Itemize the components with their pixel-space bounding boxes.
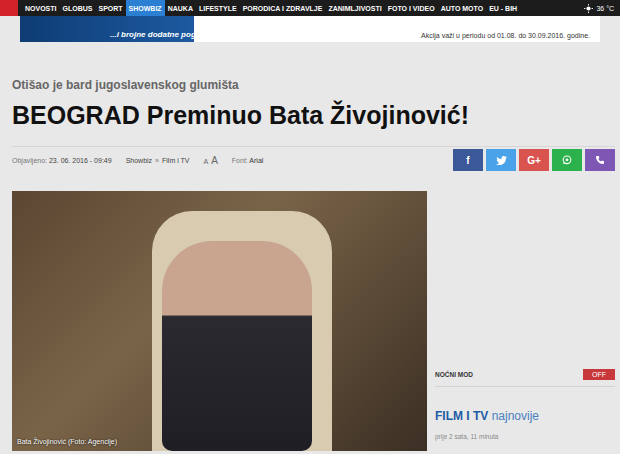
nav-item[interactable]: AUTO MOTO	[438, 0, 487, 16]
photo-caption: Bata Živojinović (Foto: Agencije)	[17, 438, 117, 445]
phone-icon	[595, 155, 605, 165]
top-nav: NOVOSTIGLOBUSSPORTSHOWBIZNAUKALIFESTYLEP…	[0, 0, 620, 16]
share-button[interactable]: G+	[519, 149, 549, 171]
nav-item[interactable]: FOTO I VIDEO	[385, 0, 438, 16]
share-button[interactable]	[585, 149, 615, 171]
nav-item[interactable]: NOVOSTI	[22, 0, 60, 16]
nav-item[interactable]: SHOWBIZ	[126, 0, 165, 16]
share-button[interactable]	[552, 149, 582, 171]
banner-notice: Akcija važi u periodu od 01.08. do 30.09…	[421, 32, 590, 39]
font-size-button[interactable]: A	[204, 158, 209, 165]
breadcrumb: Showbiz»Film i TV	[126, 157, 190, 164]
breadcrumb-link[interactable]: Film i TV	[162, 157, 189, 164]
published-date: Objavljeno: 23. 06. 2016 - 09:49	[12, 157, 112, 164]
nav-item[interactable]: NAUKA	[165, 0, 196, 16]
nav-item[interactable]: EU - BIH	[486, 0, 520, 16]
logo-icon[interactable]	[0, 0, 18, 16]
breadcrumb-link[interactable]: Showbiz	[126, 157, 152, 164]
article-kicker: Otišao je bard jugoslavenskog glumišta	[12, 78, 615, 92]
sun-icon	[584, 4, 593, 13]
share-buttons: f G+	[453, 149, 615, 171]
nav-item[interactable]: PORODICA I ZDRAVLJE	[240, 0, 326, 16]
ad-banner[interactable]: ...i brojne dodatne pog Akcija važi u per…	[20, 16, 600, 42]
sidebar: NOĆNI MODOFF FILM I TV najnovije prije 2 s…	[435, 191, 615, 451]
article-title: BEOGRAD Preminuo Bata Živojinović!	[12, 100, 615, 130]
font-select[interactable]: Font: Arial	[232, 157, 264, 164]
whatsapp-icon	[562, 155, 572, 165]
article-photo: Bata Živojinović (Foto: Agencije)	[12, 191, 427, 451]
nav-item[interactable]: GLOBUS	[60, 0, 96, 16]
share-button[interactable]: f	[453, 149, 483, 171]
twitter-icon	[496, 156, 507, 165]
nav-item[interactable]: LIFESTYLE	[196, 0, 240, 16]
weather: 36 °C	[584, 0, 620, 16]
font-size-button[interactable]: A	[211, 155, 218, 166]
section-title[interactable]: FILM I TV najnovije	[435, 409, 615, 423]
latest-item[interactable]: prije 2 sata, 11 minuta	[435, 433, 615, 440]
night-mode: NOĆNI MODOFF	[435, 369, 615, 387]
banner-slogan: ...i brojne dodatne pog	[110, 30, 196, 39]
nav-item[interactable]: ZANIMLJIVOSTI	[325, 0, 384, 16]
share-button[interactable]	[486, 149, 516, 171]
font-size-controls: AA	[204, 155, 218, 166]
nav-item[interactable]: SPORT	[95, 0, 125, 16]
page: NOVOSTIGLOBUSSPORTSHOWBIZNAUKALIFESTYLEP…	[0, 0, 620, 454]
meta-row: Objavljeno: 23. 06. 2016 - 09:49 Showbiz»…	[12, 146, 615, 171]
night-mode-toggle[interactable]: OFF	[583, 369, 615, 380]
